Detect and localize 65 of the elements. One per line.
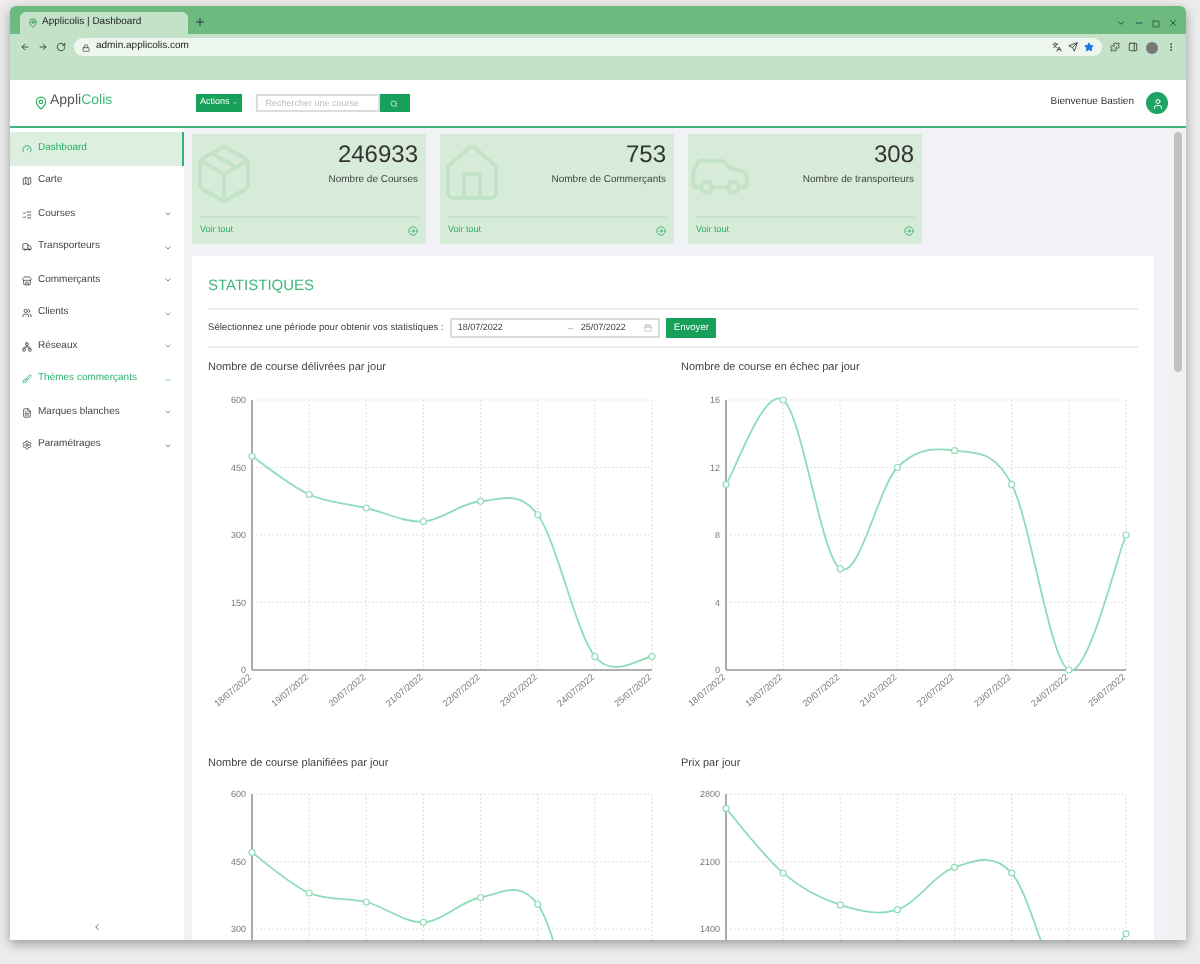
stat-value: 308: [873, 140, 914, 168]
truck-icon: [22, 242, 32, 253]
data-point: [362, 503, 370, 511]
brush-icon: [22, 374, 32, 385]
data-point: [248, 848, 256, 856]
minimize-icon[interactable]: [1134, 18, 1144, 28]
reload-icon[interactable]: [56, 42, 66, 52]
back-icon[interactable]: [20, 42, 30, 52]
data-point: [778, 395, 786, 403]
scrollbar[interactable]: [1170, 128, 1186, 940]
map-icon: [22, 176, 32, 187]
maximize-icon[interactable]: [1152, 19, 1160, 27]
data-point: [1007, 868, 1015, 877]
data-point: [721, 479, 729, 487]
stat-value: 246933: [337, 140, 418, 168]
send-icon[interactable]: [1068, 42, 1078, 52]
collapse-icon[interactable]: [92, 921, 102, 931]
data-point: [949, 446, 958, 454]
list-icon: [22, 209, 32, 220]
data-point: [892, 905, 901, 913]
data-point: [362, 897, 370, 906]
puzzle-icon[interactable]: [1110, 42, 1120, 52]
data-point: [248, 451, 256, 459]
data-point: [591, 651, 599, 660]
box-icon: [192, 142, 256, 206]
calendar-icon: [643, 324, 652, 333]
data-point: [835, 900, 843, 908]
search-icon: [390, 99, 399, 107]
data-point: [721, 804, 729, 812]
user-avatar[interactable]: [1146, 92, 1168, 114]
file-icon: [22, 407, 32, 418]
network-icon: [22, 341, 32, 352]
data-point: [648, 651, 656, 660]
profile-avatar[interactable]: [1146, 41, 1158, 53]
search-button[interactable]: [379, 94, 410, 112]
data-point: [305, 888, 313, 897]
chevron-icon[interactable]: [1116, 18, 1126, 28]
logo-pin-icon: [34, 96, 48, 110]
lock-icon: [82, 43, 90, 51]
data-point: [534, 510, 542, 518]
data-point: [419, 918, 428, 926]
gauge-icon: [22, 143, 32, 154]
data-point: [476, 496, 485, 504]
users-icon: [22, 308, 32, 319]
data-point: [419, 516, 428, 525]
new-tab-icon[interactable]: [194, 16, 206, 28]
stat-value: 753: [625, 140, 666, 168]
settings-icon: [22, 440, 32, 451]
data-point: [305, 489, 313, 498]
data-point: [1064, 665, 1072, 673]
translate-icon[interactable]: [1052, 42, 1062, 52]
pin-icon: [28, 18, 38, 28]
forward-icon[interactable]: [38, 42, 48, 52]
data-point: [892, 462, 901, 471]
data-point: [1007, 479, 1015, 487]
house-icon: [440, 142, 504, 206]
star-icon[interactable]: [1084, 42, 1094, 52]
store-icon: [22, 275, 32, 286]
side-panel-icon[interactable]: [1128, 42, 1138, 52]
data-point: [476, 893, 485, 901]
data-point: [1121, 530, 1129, 538]
data-point: [949, 863, 958, 871]
data-point: [778, 868, 786, 877]
data-point: [835, 564, 843, 572]
data-point: [534, 900, 542, 908]
